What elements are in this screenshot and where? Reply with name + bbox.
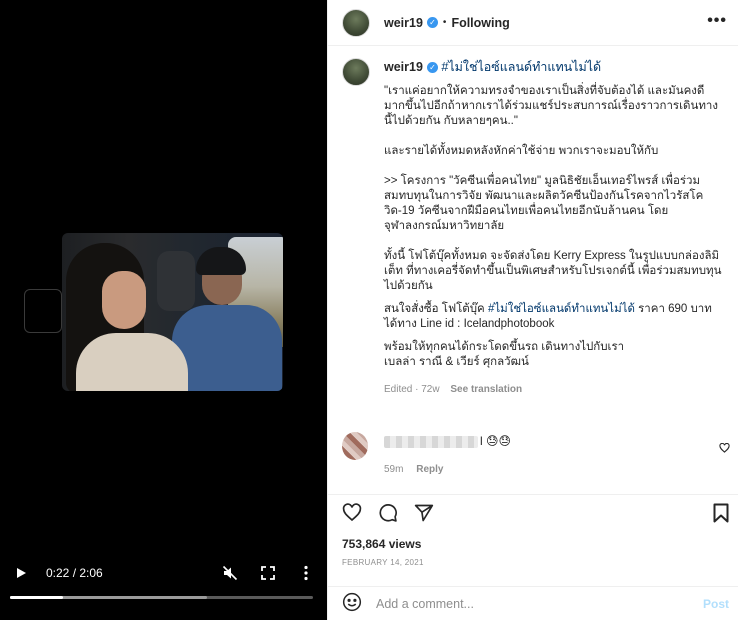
- caption-username[interactable]: weir19: [384, 60, 423, 74]
- order-hashtag[interactable]: #ไม่ใช่ไอซ์แลนด์ทำแทนไม่ได้: [488, 303, 635, 315]
- caption-closing: พร้อมให้ทุกคนได้กระโดดขึ้นรถ เดินทางไปกั…: [384, 341, 625, 368]
- avatar[interactable]: [342, 8, 370, 37]
- post-side-panel: weir19 ✓ • Following ••• weir19 ✓ #ไม่ใช่…: [327, 0, 738, 620]
- comment-time: 59m: [384, 464, 404, 475]
- verified-badge-icon: ✓: [426, 17, 438, 28]
- more-vertical-icon[interactable]: [295, 562, 317, 584]
- mute-icon[interactable]: [219, 562, 241, 584]
- reply-button[interactable]: Reply: [416, 464, 443, 475]
- comment-text: l 😓😓: [480, 434, 512, 448]
- save-bookmark-icon[interactable]: [713, 503, 729, 526]
- video-transition-frame: [24, 289, 62, 333]
- fullscreen-icon[interactable]: [257, 562, 279, 584]
- post-date[interactable]: FEBRUARY 14, 2021: [342, 558, 424, 567]
- verified-badge-icon: ✓: [426, 62, 438, 74]
- header-username[interactable]: weir19: [384, 16, 423, 30]
- video-time: 0:22 / 2:06: [46, 566, 103, 580]
- comment-like-heart-icon[interactable]: [719, 442, 730, 456]
- comment-input[interactable]: Add a comment...: [376, 597, 474, 611]
- emoji-smiley-icon[interactable]: [342, 592, 362, 615]
- video-frame: [62, 233, 283, 391]
- video-controls: 0:22 / 2:06: [0, 550, 327, 620]
- caption-order-info: สนใจสั่งซื้อ โฟโต้บุ๊ค #ไม่ใช่ไอซ์แลนด์ท…: [384, 302, 724, 332]
- caption-body: weir19 ✓ #ไม่ใช่ไอซ์แลนด์ทำแทนไม่ได้ "เรา…: [384, 58, 724, 395]
- comment-meta: 59m Reply: [384, 464, 443, 475]
- duration: 2:06: [79, 566, 103, 580]
- time-separator: /: [69, 566, 80, 580]
- comment-composer: Add a comment... Post: [328, 586, 738, 620]
- caption-text: "เราแค่อยากให้ความทรงจำของเราเป็นสิ่งที่…: [384, 85, 722, 292]
- current-time: 0:22: [46, 566, 70, 580]
- more-horizontal-icon[interactable]: •••: [707, 12, 727, 30]
- comment-item: l 😓😓 59m Reply: [342, 432, 732, 480]
- like-heart-icon[interactable]: [342, 503, 362, 526]
- edited-label: Edited · 72w: [384, 384, 440, 395]
- action-buttons: [342, 503, 434, 526]
- caption-avatar[interactable]: [342, 58, 370, 86]
- comment-avatar[interactable]: [342, 432, 368, 460]
- video-played: [10, 596, 64, 599]
- see-translation-link[interactable]: See translation: [450, 384, 522, 395]
- passenger-a-face: [102, 271, 146, 329]
- share-paper-plane-icon[interactable]: [414, 503, 434, 526]
- post-button[interactable]: Post: [703, 597, 729, 611]
- video-player[interactable]: 0:22 / 2:06: [0, 0, 327, 620]
- caption-header: weir19 ✓ #ไม่ใช่ไอซ์แลนด์ทำแทนไม่ได้: [384, 58, 724, 76]
- video-progress-bar[interactable]: [10, 596, 313, 599]
- header-separator: •: [442, 17, 447, 28]
- post-header: weir19 ✓ • Following •••: [328, 0, 738, 46]
- action-bar: [328, 494, 738, 530]
- car-headrest: [157, 251, 195, 311]
- instagram-post-modal: 0:22 / 2:06 weir19 ✓ • Following ••• wei…: [0, 0, 738, 620]
- caption-meta: Edited · 72w See translation: [384, 384, 724, 395]
- play-icon[interactable]: [10, 562, 32, 584]
- video-control-row: 0:22 / 2:06: [10, 562, 317, 584]
- blurred-comment-text: [384, 436, 478, 448]
- comment-bubble-icon[interactable]: [378, 503, 398, 526]
- view-count[interactable]: 753,864 views: [342, 537, 421, 551]
- passenger-a-sweater: [76, 333, 188, 391]
- caption-hashtag[interactable]: #ไม่ใช่ไอซ์แลนด์ทำแทนไม่ได้: [441, 60, 601, 74]
- order-prefix: สนใจสั่งซื้อ โฟโต้บุ๊ค: [384, 303, 488, 315]
- passenger-b-jacket: [172, 305, 282, 391]
- following-button[interactable]: Following: [451, 16, 509, 30]
